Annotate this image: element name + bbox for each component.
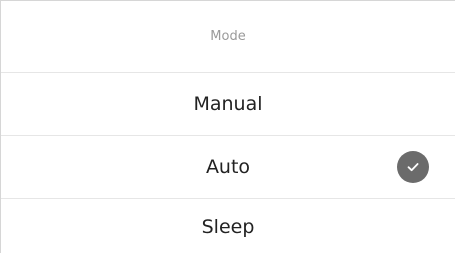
option-label-manual: Manual xyxy=(193,93,263,115)
checkmark-icon xyxy=(407,163,419,172)
mode-title: Mode xyxy=(1,1,455,73)
mode-selection-sheet: Mode Manual Auto Sleep xyxy=(0,0,455,253)
option-label-auto: Auto xyxy=(205,156,251,178)
option-manual[interactable]: Manual xyxy=(1,73,455,136)
option-label-sleep: Sleep xyxy=(201,215,255,238)
option-sleep[interactable]: Sleep xyxy=(1,199,455,253)
option-auto[interactable]: Auto xyxy=(1,136,455,199)
check-circle-icon xyxy=(397,151,429,183)
